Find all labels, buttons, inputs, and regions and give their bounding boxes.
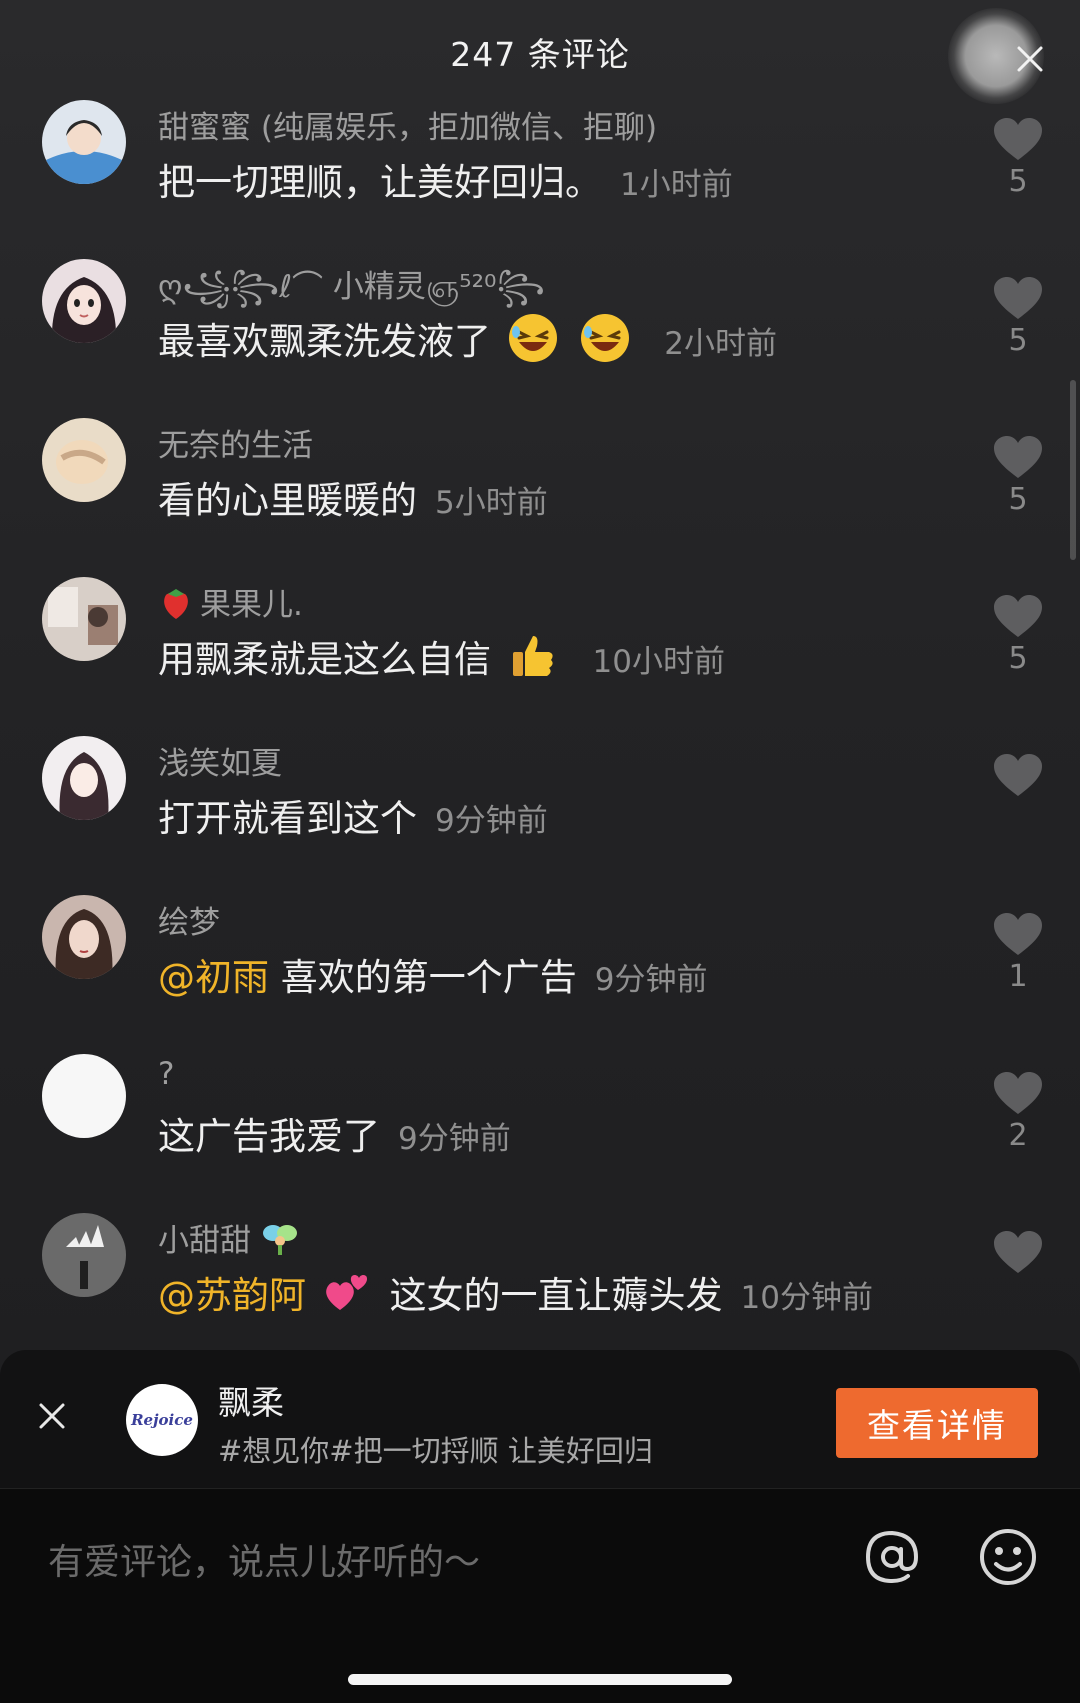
comment-body: 最喜欢飘柔洗发液了 2小时前 bbox=[158, 311, 777, 365]
comment-time: 10小时前 bbox=[592, 644, 725, 680]
avatar[interactable] bbox=[42, 895, 126, 979]
like-count: 5 bbox=[1008, 482, 1028, 517]
mention-link[interactable]: @初雨 bbox=[158, 956, 269, 999]
like-button[interactable]: 5 bbox=[992, 277, 1044, 358]
comment-text: 这女的一直让薅头发 bbox=[389, 1274, 723, 1317]
ad-description: #想见你#把一切捋顺 让美好回归 bbox=[218, 1434, 653, 1468]
avatar[interactable] bbox=[42, 736, 126, 820]
emoji-button[interactable] bbox=[978, 1527, 1038, 1591]
fairy-icon bbox=[262, 1225, 297, 1255]
like-button[interactable]: 5 bbox=[992, 118, 1044, 199]
comment-username[interactable]: 甜蜜蜜 (纯属娱乐，拒加微信、拒聊) bbox=[158, 102, 657, 147]
comment-item: ? 这广告我爱了 9分钟前 2 bbox=[0, 1044, 1080, 1203]
heart-icon bbox=[994, 595, 1042, 637]
heart-icon bbox=[994, 277, 1042, 319]
comment-item: 小甜甜 @苏韵阿 这女的一直让薅头发 10分钟前 bbox=[0, 1203, 1080, 1362]
comment-body: @初雨 喜欢的第一个广告 9分钟前 bbox=[158, 947, 708, 1001]
comment-input[interactable]: 有爱评论，说点儿好听的～ bbox=[48, 1533, 480, 1585]
avatar[interactable] bbox=[42, 1054, 126, 1138]
comment-time: 9分钟前 bbox=[398, 1121, 511, 1157]
heart-icon bbox=[994, 436, 1042, 478]
comment-body: 这广告我爱了 9分钟前 bbox=[158, 1106, 511, 1160]
like-count: 2 bbox=[1008, 1118, 1028, 1153]
close-icon bbox=[1017, 46, 1043, 72]
comment-input-bar: 有爱评论，说点儿好听的～ bbox=[0, 1488, 1080, 1703]
comment-body: 用飘柔就是这么自信 10小时前 bbox=[158, 629, 725, 683]
heart-icon bbox=[994, 754, 1042, 796]
comment-username-text: 果果儿. bbox=[200, 587, 303, 623]
avatar[interactable] bbox=[42, 577, 126, 661]
comment-count-title: 247 条评论 bbox=[450, 35, 630, 74]
comment-list: 甜蜜蜜 (纯属娱乐，拒加微信、拒聊) 把一切理顺，让美好回归。 1小时前 5 ღ… bbox=[0, 90, 1080, 1362]
mention-link[interactable]: @苏韵阿 bbox=[158, 1274, 306, 1317]
heart-icon bbox=[994, 913, 1042, 955]
comment-body: 把一切理顺，让美好回归。 1小时前 bbox=[158, 152, 733, 206]
strawberry-icon bbox=[164, 589, 188, 619]
ad-banner[interactable]: Rejoice 飘柔 #想见你#把一切捋顺 让美好回归 查看详情 bbox=[0, 1350, 1080, 1488]
like-count: 5 bbox=[1008, 323, 1028, 358]
avatar[interactable] bbox=[42, 100, 126, 184]
like-button[interactable]: 2 bbox=[992, 1072, 1044, 1153]
comment-time: 1小时前 bbox=[620, 167, 733, 203]
comment-body: 看的心里暖暖的 5小时前 bbox=[158, 470, 548, 524]
comment-username[interactable]: 果果儿. bbox=[158, 579, 303, 624]
avatar[interactable] bbox=[42, 1213, 126, 1297]
comment-text: 喜欢的第一个广告 bbox=[280, 956, 577, 999]
comment-username[interactable]: 绘梦 bbox=[158, 897, 220, 942]
heart-icon bbox=[994, 1072, 1042, 1114]
ad-close-button[interactable] bbox=[36, 1400, 68, 1436]
home-indicator[interactable] bbox=[348, 1674, 732, 1685]
comment-item: 果果儿. 用飘柔就是这么自信 10小时前 5 bbox=[0, 567, 1080, 726]
comment-username[interactable]: ? bbox=[158, 1056, 174, 1092]
comment-item: ღ꧁꧂ℓ⌒ 小精灵ஞ⁵²⁰꧂ 最喜欢飘柔洗发液了 2小时前 5 bbox=[0, 249, 1080, 408]
comment-text: 看的心里暖暖的 bbox=[158, 479, 417, 522]
like-button[interactable]: 5 bbox=[992, 436, 1044, 517]
like-button[interactable]: 5 bbox=[992, 595, 1044, 676]
thumbs-up-icon bbox=[512, 636, 553, 676]
two-hearts-icon bbox=[325, 1274, 367, 1310]
laughing-emoji-icon bbox=[580, 314, 629, 362]
like-count: 1 bbox=[1008, 959, 1028, 994]
avatar[interactable] bbox=[42, 259, 126, 343]
comment-text: 最喜欢飘柔洗发液了 bbox=[158, 320, 491, 363]
comment-time: 9分钟前 bbox=[435, 803, 548, 839]
comment-text: 这广告我爱了 bbox=[158, 1115, 380, 1158]
comment-text: 用飘柔就是这么自信 bbox=[158, 638, 491, 681]
comment-username-text: 小甜甜 bbox=[158, 1223, 251, 1259]
view-details-button[interactable]: 查看详情 bbox=[836, 1388, 1038, 1458]
heart-icon bbox=[994, 118, 1042, 160]
comment-username[interactable]: 小甜甜 bbox=[158, 1215, 305, 1260]
like-button[interactable] bbox=[992, 754, 1044, 800]
comment-item: 甜蜜蜜 (纯属娱乐，拒加微信、拒聊) 把一切理顺，让美好回归。 1小时前 5 bbox=[0, 90, 1080, 249]
laughing-emoji-icon bbox=[508, 314, 557, 362]
adidas-logo bbox=[42, 1213, 126, 1297]
heart-icon bbox=[994, 1231, 1042, 1273]
comment-time: 10分钟前 bbox=[740, 1280, 873, 1316]
comment-time: 9分钟前 bbox=[594, 962, 708, 998]
comment-body: @苏韵阿 这女的一直让薅头发 10分钟前 bbox=[158, 1265, 873, 1319]
comment-username[interactable]: 浅笑如夏 bbox=[158, 738, 282, 783]
comment-item: 浅笑如夏 打开就看到这个 9分钟前 bbox=[0, 726, 1080, 885]
like-count: 5 bbox=[1008, 164, 1028, 199]
comment-text: 打开就看到这个 bbox=[158, 797, 417, 840]
comment-item: 绘梦 @初雨 喜欢的第一个广告 9分钟前 1 bbox=[0, 885, 1080, 1044]
ad-brand-name[interactable]: 飘柔 bbox=[218, 1376, 284, 1424]
like-button[interactable]: 1 bbox=[992, 913, 1044, 994]
at-icon bbox=[865, 1530, 919, 1584]
comment-username[interactable]: 无奈的生活 bbox=[158, 420, 313, 465]
comment-time: 5小时前 bbox=[435, 485, 548, 521]
comment-body: 打开就看到这个 9分钟前 bbox=[158, 788, 548, 842]
avatar[interactable] bbox=[42, 418, 126, 502]
mention-button[interactable] bbox=[860, 1525, 924, 1593]
close-icon bbox=[39, 1403, 65, 1429]
comments-panel: 247 条评论 甜蜜蜜 (纯属娱乐，拒加微信、拒聊) 把一切理顺，让美好回归。 1… bbox=[0, 0, 1080, 1703]
like-count: 5 bbox=[1008, 641, 1028, 676]
comment-text: 把一切理顺，让美好回归。 bbox=[158, 161, 602, 204]
smiley-icon bbox=[980, 1529, 1036, 1585]
comment-item: 无奈的生活 看的心里暖暖的 5小时前 5 bbox=[0, 408, 1080, 567]
like-button[interactable] bbox=[992, 1231, 1044, 1277]
comments-header: 247 条评论 bbox=[0, 0, 1080, 104]
comment-time: 2小时前 bbox=[664, 326, 778, 362]
brand-logo[interactable]: Rejoice bbox=[126, 1384, 198, 1456]
